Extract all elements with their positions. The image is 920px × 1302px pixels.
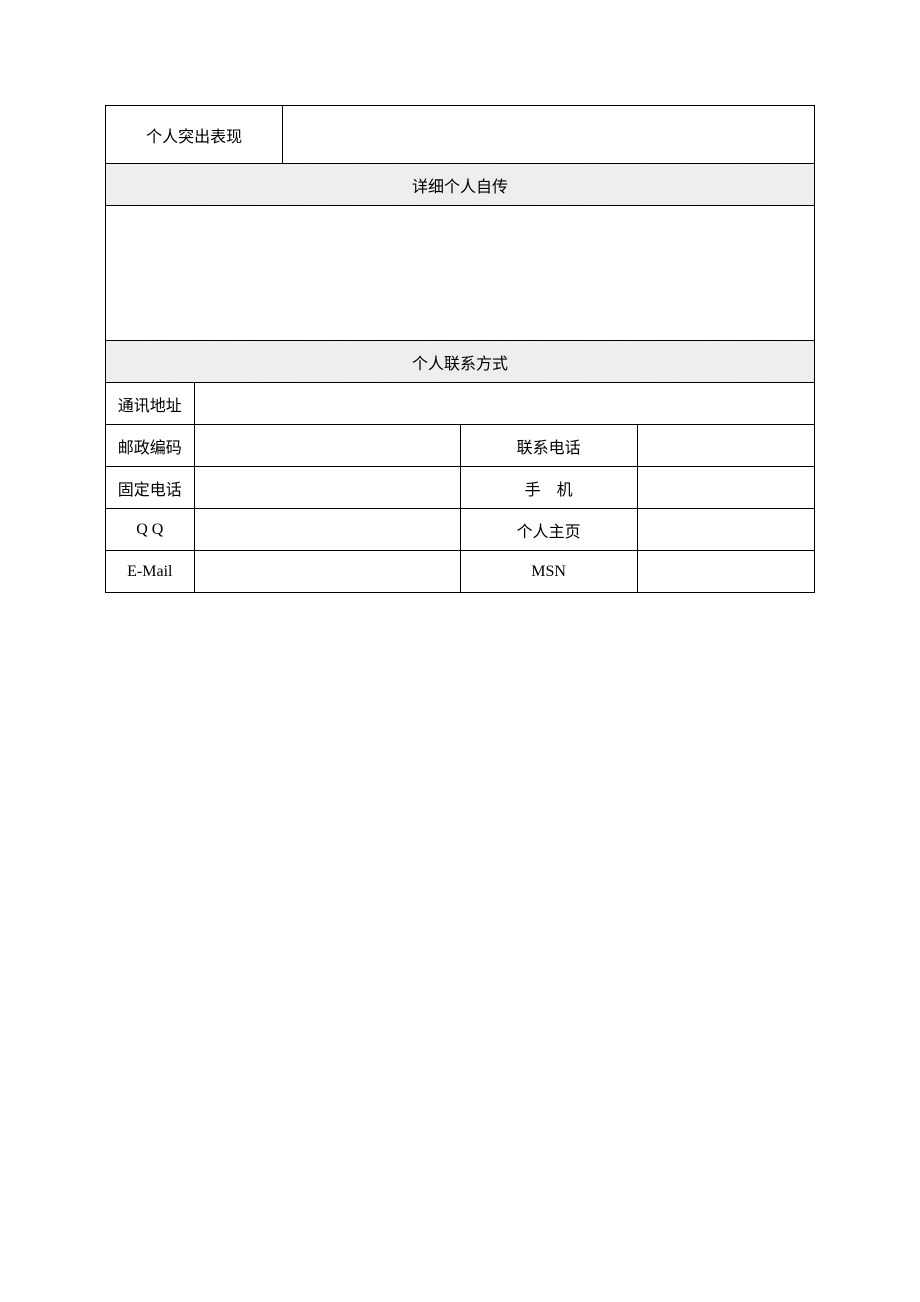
document-page: 个人突出表现 详细个人自传 个人联系方式 通讯地址 邮政编码 联系电话 [0,0,920,1302]
value-msn [637,551,814,593]
row-personal-highlight: 个人突出表现 [106,106,815,164]
section-header-contact-row: 个人联系方式 [106,341,815,383]
value-email [194,551,460,593]
section-header-contact: 个人联系方式 [106,341,815,383]
label-landline: 固定电话 [106,467,195,509]
value-mobile [637,467,814,509]
label-email: E-Mail [106,551,195,593]
value-address [194,383,814,425]
section-header-autobio: 详细个人自传 [106,164,815,206]
section-header-autobio-row: 详细个人自传 [106,164,815,206]
value-autobio-content [106,206,815,341]
row-contact-address: 通讯地址 [106,383,815,425]
value-homepage [637,509,814,551]
row-contact-qq-homepage: Q Q 个人主页 [106,509,815,551]
row-autobio-content [106,206,815,341]
value-landline [194,467,460,509]
value-personal-highlight [283,106,815,164]
label-mobile: 手 机 [460,467,637,509]
value-qq [194,509,460,551]
label-homepage: 个人主页 [460,509,637,551]
value-phone [637,425,814,467]
row-contact-email-msn: E-Mail MSN [106,551,815,593]
label-address: 通讯地址 [106,383,195,425]
label-phone: 联系电话 [460,425,637,467]
label-qq: Q Q [106,509,195,551]
label-msn: MSN [460,551,637,593]
label-postal: 邮政编码 [106,425,195,467]
resume-table: 个人突出表现 详细个人自传 个人联系方式 通讯地址 邮政编码 联系电话 [105,105,815,593]
row-contact-landline-mobile: 固定电话 手 机 [106,467,815,509]
row-contact-postal-phone: 邮政编码 联系电话 [106,425,815,467]
value-postal [194,425,460,467]
label-personal-highlight: 个人突出表现 [106,106,283,164]
